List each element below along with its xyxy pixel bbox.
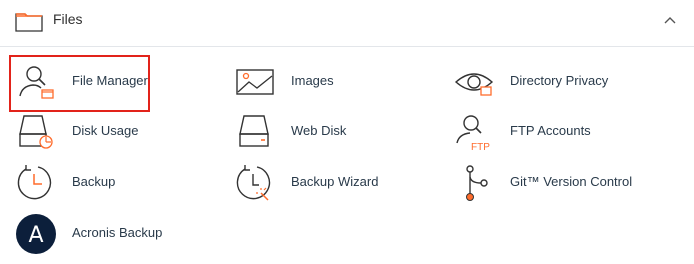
web-disk-icon <box>239 115 269 147</box>
images-icon <box>236 69 274 95</box>
git-version-control-label: Git™ Version Control <box>510 174 633 189</box>
images-label: Images <box>291 73 334 88</box>
images-link[interactable]: Images <box>235 62 445 102</box>
git-version-control-link[interactable]: Git™ Version Control <box>454 163 664 203</box>
backup-label: Backup <box>72 174 116 189</box>
files-panel: Files File Manager Images Directory Priv… <box>0 0 694 264</box>
files-section-header[interactable]: Files <box>0 0 694 47</box>
ftp-accounts-icon: FTP <box>456 115 490 152</box>
backup-wizard-label: Backup Wizard <box>291 174 379 189</box>
backup-wizard-link[interactable]: Backup Wizard <box>235 163 445 203</box>
web-disk-link[interactable]: Web Disk <box>235 112 445 152</box>
file-manager-label: File Manager <box>72 73 148 88</box>
directory-privacy-label: Directory Privacy <box>510 73 609 88</box>
disk-usage-label: Disk Usage <box>72 123 139 138</box>
folder-icon <box>15 13 43 32</box>
ftp-accounts-label: FTP Accounts <box>510 123 591 138</box>
backup-wizard-icon <box>236 165 271 201</box>
disk-usage-link[interactable]: Disk Usage <box>16 112 226 152</box>
git-icon <box>466 165 488 201</box>
disk-usage-icon <box>19 115 53 149</box>
backup-icon <box>17 165 52 200</box>
directory-privacy-link[interactable]: Directory Privacy <box>454 62 664 102</box>
file-manager-icon <box>19 66 54 99</box>
section-title: Files <box>53 11 83 27</box>
chevron-up-icon[interactable] <box>662 13 678 29</box>
acronis-icon-text: A <box>28 223 43 248</box>
acronis-icon: A <box>16 214 56 254</box>
ftp-accounts-link[interactable]: FTP FTP Accounts <box>454 112 664 152</box>
acronis-backup-label: Acronis Backup <box>72 225 163 240</box>
backup-link[interactable]: Backup <box>16 163 226 203</box>
ftp-icon-text: FTP <box>471 142 490 152</box>
acronis-backup-link[interactable]: A Acronis Backup <box>16 214 226 254</box>
file-manager-link[interactable]: File Manager <box>16 62 226 102</box>
directory-privacy-icon <box>454 73 494 96</box>
web-disk-label: Web Disk <box>291 123 347 138</box>
